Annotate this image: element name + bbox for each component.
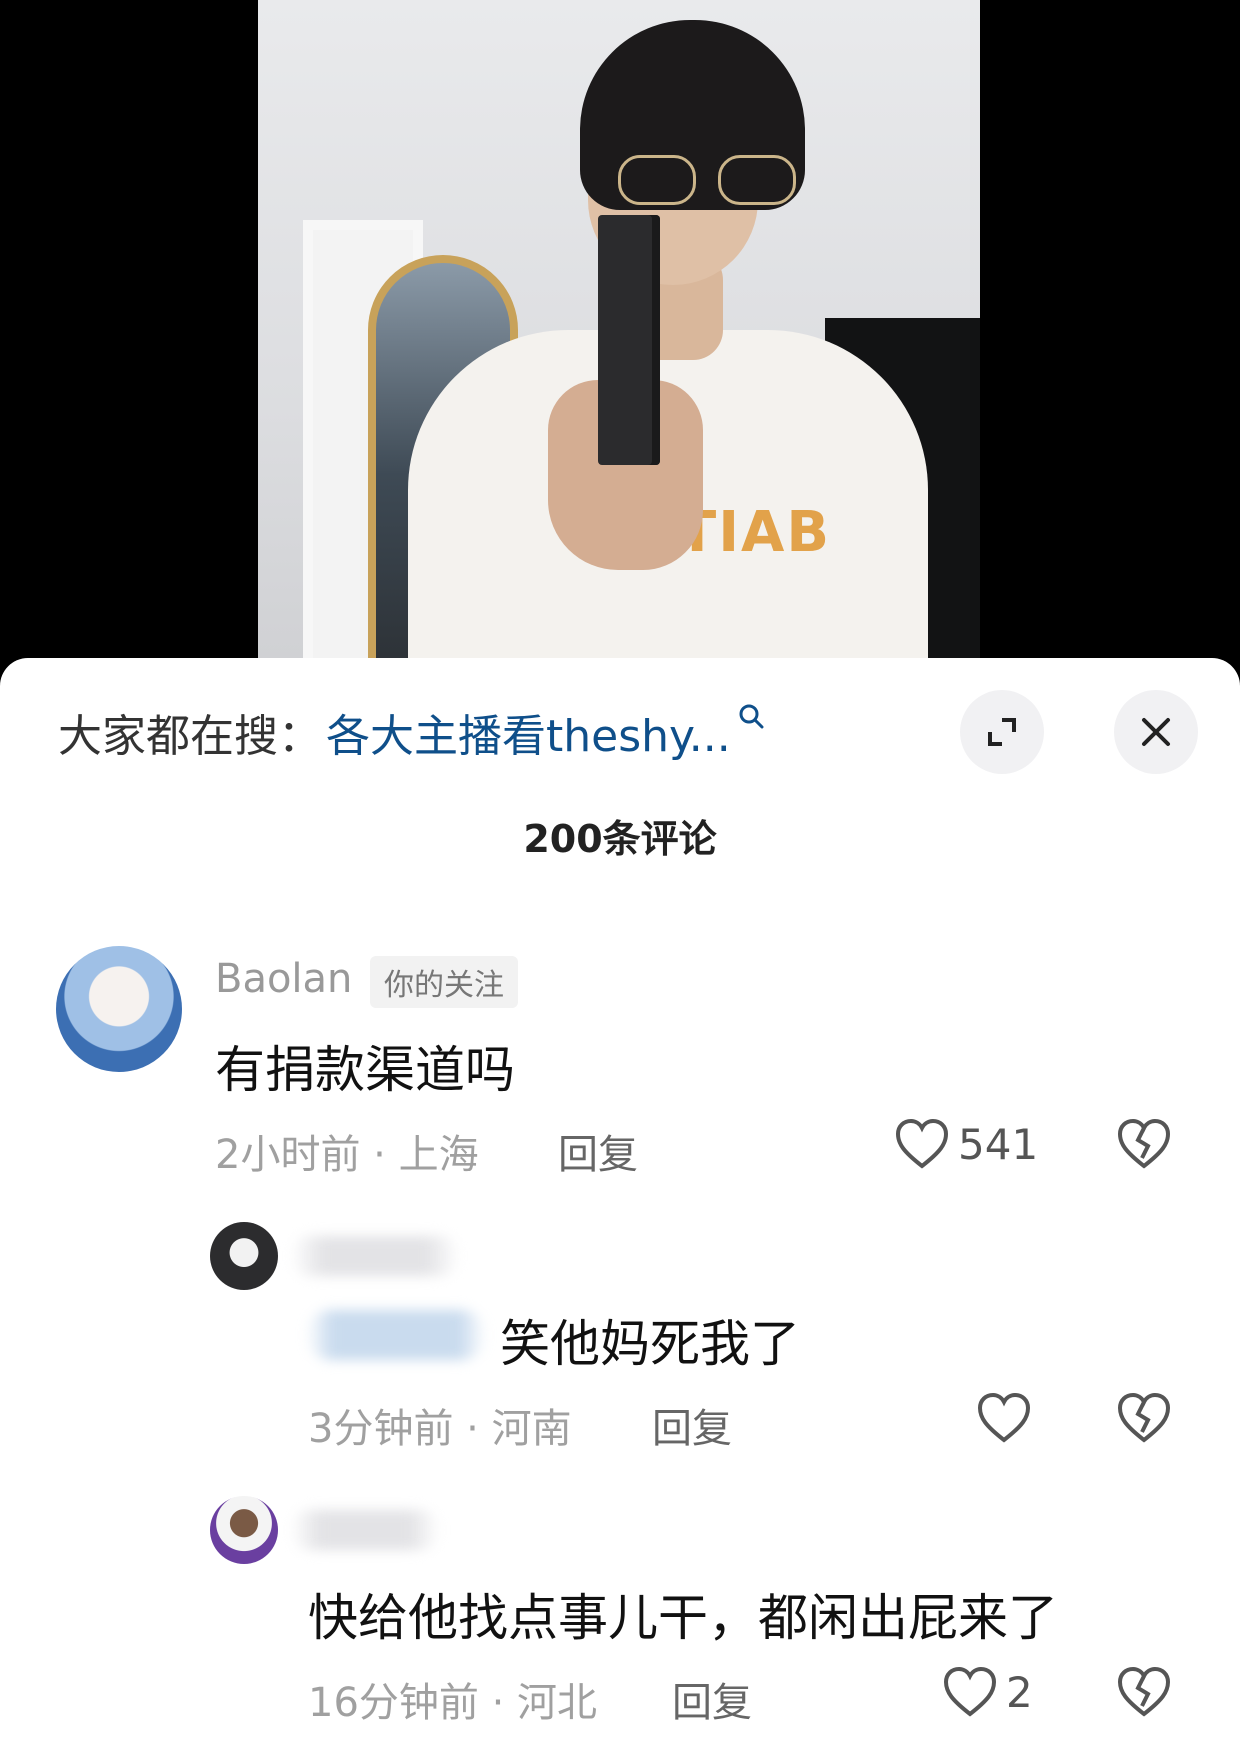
reply-button[interactable]: 回复	[672, 1670, 752, 1728]
comment-meta: 3分钟前 · 河南	[308, 1406, 572, 1452]
avatar[interactable]	[210, 1222, 278, 1290]
close-button[interactable]	[1114, 690, 1198, 774]
toy-gun	[598, 215, 660, 465]
broken-heart-icon[interactable]	[1116, 1118, 1172, 1170]
blurred-mention	[306, 1310, 486, 1360]
comment-text: 快给他找点事儿干，都闲出屁来了	[308, 1589, 1058, 1647]
blurred-username	[290, 1236, 460, 1276]
heart-icon	[895, 1118, 949, 1169]
comment-username[interactable]: Baolan	[215, 956, 352, 1002]
like-button[interactable]: 2	[942, 1666, 1033, 1718]
comment-text: 有捐款渠道吗	[215, 1041, 515, 1099]
blurred-username	[290, 1510, 440, 1550]
broken-heart-icon[interactable]	[1116, 1666, 1172, 1718]
shirt-print: TIAB	[678, 500, 832, 565]
search-query-link[interactable]: 各大主播看theshy...	[326, 700, 731, 764]
search-suggestion[interactable]: 大家都在搜： 各大主播看theshy...	[58, 702, 765, 762]
comment-meta: 2小时前 · 上海	[215, 1132, 479, 1178]
video-frame[interactable]: TIAB	[258, 0, 980, 680]
broken-heart-icon[interactable]	[1116, 1392, 1172, 1444]
video-player[interactable]: TIAB	[0, 0, 1240, 680]
search-prefix: 大家都在搜：	[58, 711, 322, 762]
heart-icon	[943, 1666, 997, 1717]
comment-meta: 16分钟前 · 河北	[308, 1680, 598, 1726]
avatar[interactable]	[56, 946, 182, 1072]
like-count: 2	[1006, 1667, 1033, 1717]
expand-icon	[988, 718, 1016, 746]
like-button[interactable]	[976, 1392, 1032, 1444]
comment-count: 200条评论	[523, 817, 717, 861]
comment-text: 笑他妈死我了	[500, 1315, 800, 1373]
expand-button[interactable]	[960, 690, 1044, 774]
like-count: 541	[958, 1119, 1039, 1169]
reply-button[interactable]: 回复	[652, 1396, 732, 1454]
close-icon	[1142, 718, 1170, 746]
reply-button[interactable]: 回复	[558, 1122, 638, 1180]
search-icon[interactable]	[737, 702, 765, 730]
following-badge: 你的关注	[370, 956, 518, 1008]
like-button[interactable]: 541	[894, 1118, 1038, 1170]
heart-icon	[977, 1392, 1031, 1443]
avatar[interactable]	[210, 1496, 278, 1564]
comment-sheet: 大家都在搜： 各大主播看theshy... 200条评论 Baolan 你的关注…	[0, 658, 1240, 1746]
person-glasses	[618, 155, 808, 215]
